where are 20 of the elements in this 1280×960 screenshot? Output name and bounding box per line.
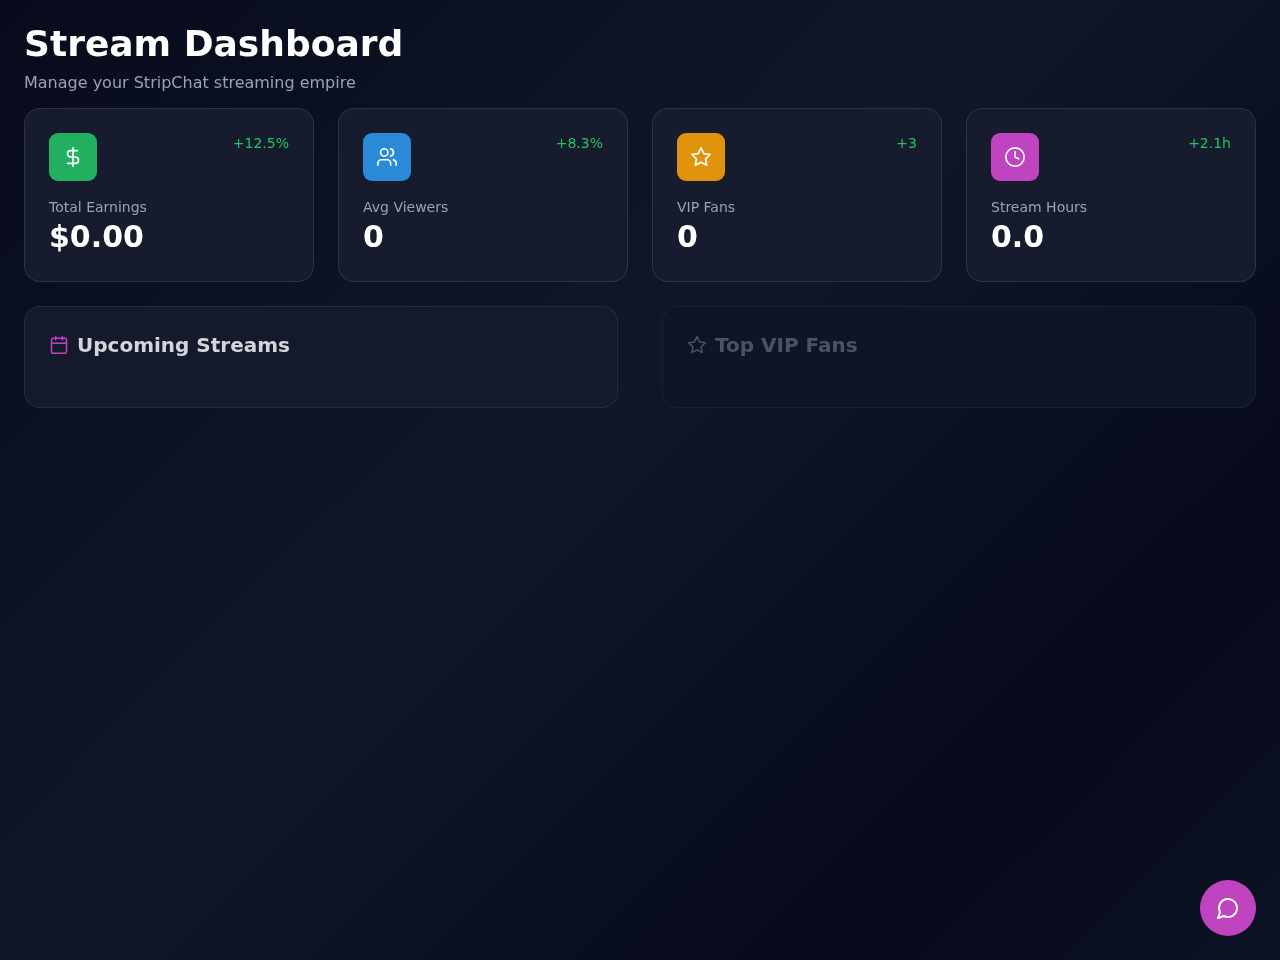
calendar-icon	[49, 335, 69, 355]
stat-value: 0	[363, 219, 385, 255]
chat-button[interactable]	[1200, 880, 1256, 936]
change-text: +3	[896, 134, 917, 153]
panel-title: Upcoming Streams	[77, 332, 290, 359]
stat-label: Total Earnings	[49, 198, 148, 217]
change-text: +8.3%	[555, 134, 603, 153]
stat-label: VIP Fans	[677, 198, 737, 217]
star-icon	[687, 335, 707, 355]
panel-title: Top VIP Fans	[715, 332, 858, 359]
change-text: +2.1h	[1188, 134, 1231, 153]
stat-value: 0	[677, 219, 699, 255]
chat-bubble-icon	[1216, 896, 1240, 920]
stat-value: $0.00	[49, 219, 145, 255]
stat-label: Avg Viewers	[363, 198, 450, 217]
stat-label: Stream Hours	[991, 198, 1089, 217]
change-text: +12.5%	[232, 134, 289, 153]
stat-value: 0.0	[991, 219, 1046, 255]
page-title: Stream Dashboard	[24, 24, 405, 64]
page-subtitle: Manage your StripChat streaming empire	[24, 72, 357, 94]
